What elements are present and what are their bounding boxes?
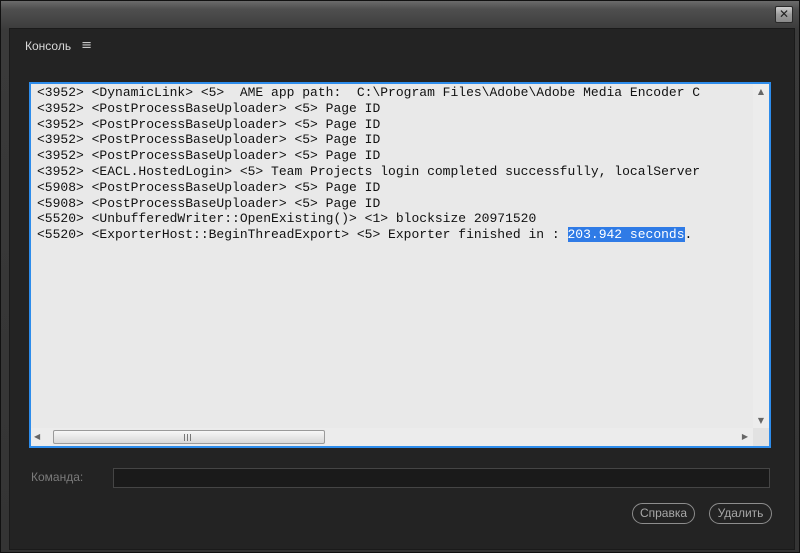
console-window: ✕ Консоль ≡ <3952> <DynamicLink> <5> AME…	[0, 0, 800, 553]
command-input[interactable]	[113, 468, 770, 488]
console-line: <3952> <DynamicLink> <5> AME app path: C…	[37, 85, 701, 100]
help-button[interactable]: Справка	[632, 503, 695, 524]
scrollbar-corner	[753, 428, 769, 446]
grip-icon	[184, 434, 193, 441]
delete-button[interactable]: Удалить	[709, 503, 772, 524]
panel-header: Консоль ≡	[25, 38, 92, 53]
console-line: <3952> <EACL.HostedLogin> <5> Team Proje…	[37, 163, 701, 179]
console-line-prefix: <5520> <ExporterHost::BeginThreadExport>…	[37, 227, 568, 243]
console-line: <5908> <PostProcessBaseUploader> <5> Pag…	[37, 195, 381, 211]
scroll-right-icon[interactable]: ▶	[742, 432, 748, 441]
command-label: Команда:	[31, 470, 84, 484]
panel-title: Консоль	[25, 38, 72, 53]
close-button[interactable]: ✕	[775, 6, 793, 23]
panel-menu-icon[interactable]: ≡	[81, 38, 92, 53]
console-line: <5520> <UnbufferedWriter::OpenExisting()…	[37, 211, 537, 227]
console-line: <3952> <PostProcessBaseUploader> <5> Pag…	[37, 100, 381, 116]
console-line: <3952> <PostProcessBaseUploader> <5> Pag…	[37, 148, 381, 164]
console-text[interactable]: <3952> <DynamicLink> <5> AME app path: C…	[37, 85, 749, 425]
console-line: <5908> <PostProcessBaseUploader> <5> Pag…	[37, 179, 381, 195]
console-line-last: <5520> <ExporterHost::BeginThreadExport>…	[37, 227, 693, 243]
horizontal-scrollbar[interactable]: ◀ ▶	[31, 428, 753, 446]
console-line: <3952> <PostProcessBaseUploader> <5> Pag…	[37, 116, 381, 132]
console-line-suffix: .	[684, 227, 693, 243]
console-output[interactable]: <3952> <DynamicLink> <5> AME app path: C…	[29, 82, 771, 448]
close-icon: ✕	[778, 7, 790, 21]
scroll-down-icon[interactable]: ▼	[753, 416, 769, 425]
scroll-left-icon[interactable]: ◀	[34, 432, 40, 441]
vertical-scrollbar[interactable]: ▲ ▼	[753, 84, 769, 428]
console-line: <3952> <PostProcessBaseUploader> <5> Pag…	[37, 132, 381, 148]
horizontal-scroll-thumb[interactable]	[53, 430, 325, 444]
selected-text[interactable]: 203.942 seconds	[567, 227, 685, 243]
scroll-up-icon[interactable]: ▲	[753, 87, 769, 96]
